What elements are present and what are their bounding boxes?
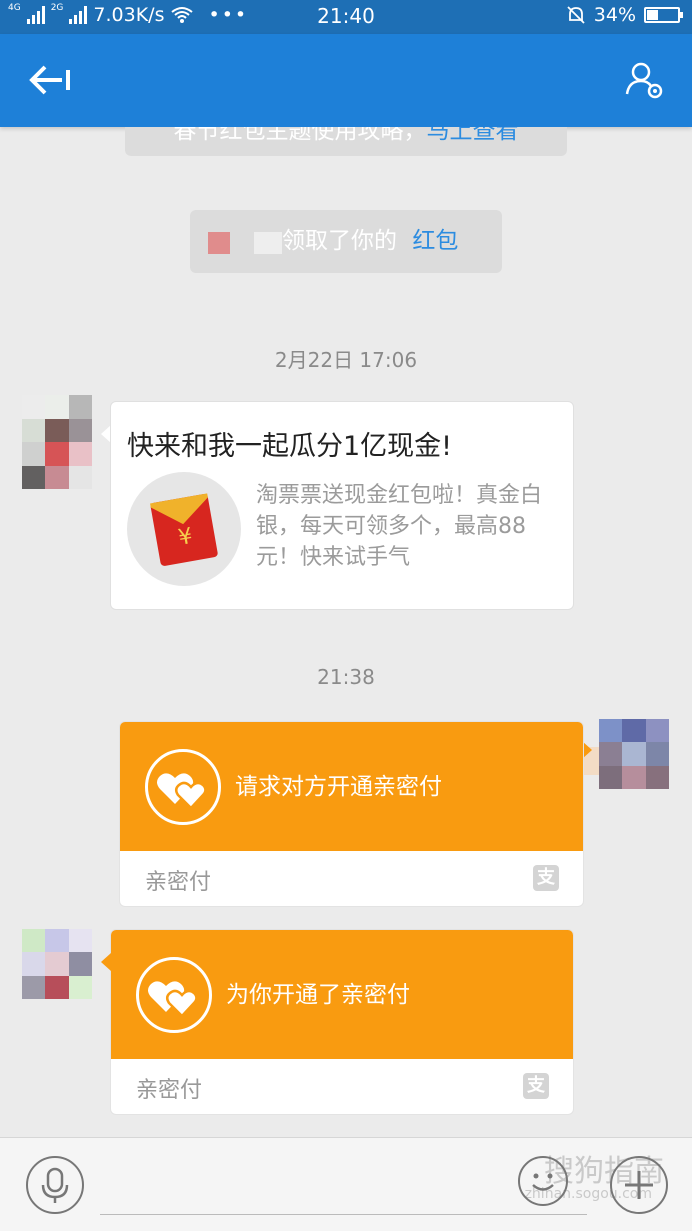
avatar-friend[interactable] xyxy=(22,395,92,489)
blurred-name xyxy=(254,232,282,254)
mute-bell-icon xyxy=(567,6,585,24)
emoji-button[interactable] xyxy=(518,1156,568,1206)
avatar-me[interactable] xyxy=(599,719,669,789)
hearts-icon xyxy=(157,773,207,810)
back-arrow-icon xyxy=(29,65,70,95)
bubble-tail-2 xyxy=(101,953,111,971)
redpacket-link[interactable]: 红包 xyxy=(412,228,458,254)
message-input[interactable] xyxy=(100,1214,587,1215)
alipay-icon: 支 xyxy=(523,1073,549,1099)
request-card-footer: 亲密付 xyxy=(145,870,212,895)
smiley-icon xyxy=(532,1173,554,1191)
battery-percent: 34% xyxy=(593,4,636,26)
tip-guide-link[interactable]: 马上查看 xyxy=(427,127,519,144)
plus-button[interactable] xyxy=(610,1156,668,1214)
avatar-friend-2[interactable] xyxy=(22,929,92,999)
alipay-icon: 支 xyxy=(533,865,559,891)
share-card-desc: 淘票票送现金红包啦！真金白银，每天可领多个，最高88元！快来试手气 xyxy=(256,483,543,570)
contact-settings-icon xyxy=(625,62,663,99)
status-right: 34% xyxy=(566,4,683,26)
tip-guide-text: 春节红包主题使用攻略， xyxy=(173,127,427,144)
opened-card-top: 为你开通了亲密付 xyxy=(111,930,573,1059)
status-bar: 4G 2G 7.03K/s ••• 21:40 34% xyxy=(0,0,692,34)
input-bar: 搜狗指南 zhinan.sogou.com xyxy=(0,1137,692,1231)
hearts-icon-wrap-2 xyxy=(136,957,212,1033)
battery-fill xyxy=(647,10,658,20)
hearts-icon-wrap xyxy=(145,749,221,825)
contact-settings-button[interactable] xyxy=(624,60,666,102)
share-card-title: 快来和我一起瓜分1亿现金! xyxy=(127,431,453,462)
title-bar xyxy=(0,34,692,127)
battery-icon xyxy=(644,7,683,23)
redpacket-tip-text: 领取了你的 xyxy=(282,228,397,254)
request-card-top: 请求对方开通亲密付 xyxy=(120,722,583,851)
share-card[interactable]: 快来和我一起瓜分1亿现金! ¥ 淘票票送现金红包啦！真金白银，每天可领多个，最高… xyxy=(110,401,574,610)
plus-icon xyxy=(625,1171,653,1199)
microphone-icon xyxy=(41,1167,69,1203)
opened-card-footer: 亲密付 xyxy=(136,1078,203,1103)
voice-button[interactable] xyxy=(26,1156,84,1214)
timestamp-1: 2月22日 17:06 xyxy=(274,348,418,372)
opened-card-message: 为你开通了亲密付 xyxy=(226,982,410,1008)
redpacket-tip-text-wrap: 领取了你的 红包 xyxy=(282,210,458,273)
timestamp-2: 21:38 xyxy=(317,665,375,689)
back-button[interactable] xyxy=(28,62,72,98)
request-pay-card[interactable]: 请求对方开通亲密付 亲密付 支 xyxy=(119,721,584,907)
request-card-message: 请求对方开通亲密付 xyxy=(235,774,442,800)
share-card-icon: ¥ xyxy=(127,472,241,586)
opened-pay-card[interactable]: 为你开通了亲密付 亲密付 支 xyxy=(110,929,574,1115)
hearts-icon xyxy=(148,981,198,1018)
system-tip-redpacket: 领取了你的 红包 xyxy=(190,210,502,273)
redpacket-sender-avatar xyxy=(208,232,230,254)
chat-area[interactable]: 春节红包主题使用攻略，马上查看 领取了你的 红包 2月22日 17:06 快来和… xyxy=(0,127,692,1137)
red-envelope-icon: ¥ xyxy=(150,493,218,566)
system-tip-guide: 春节红包主题使用攻略，马上查看 xyxy=(125,127,567,156)
